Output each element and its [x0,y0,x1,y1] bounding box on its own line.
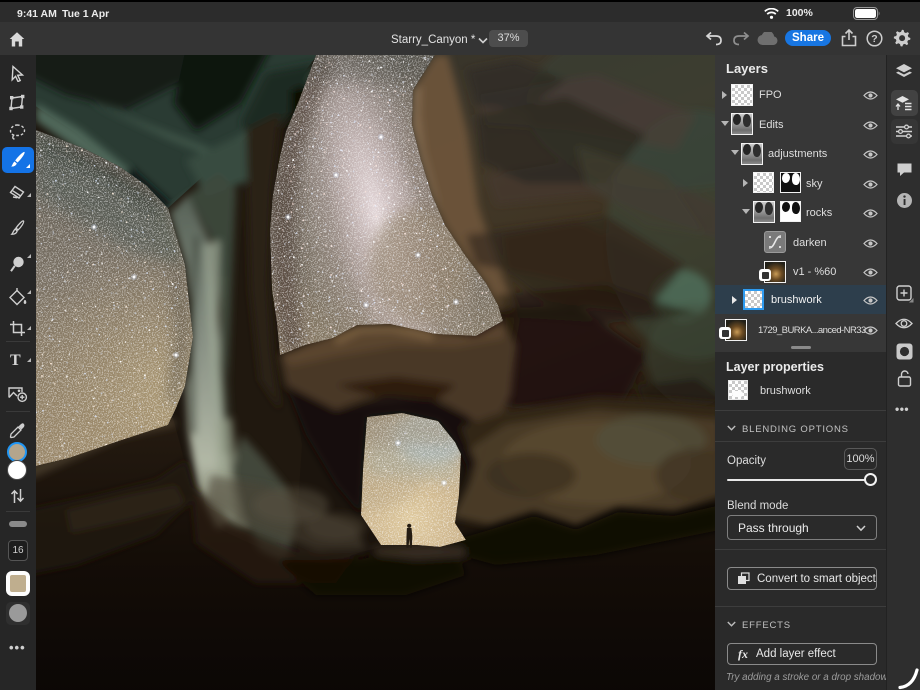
svg-text:?: ? [871,33,877,45]
